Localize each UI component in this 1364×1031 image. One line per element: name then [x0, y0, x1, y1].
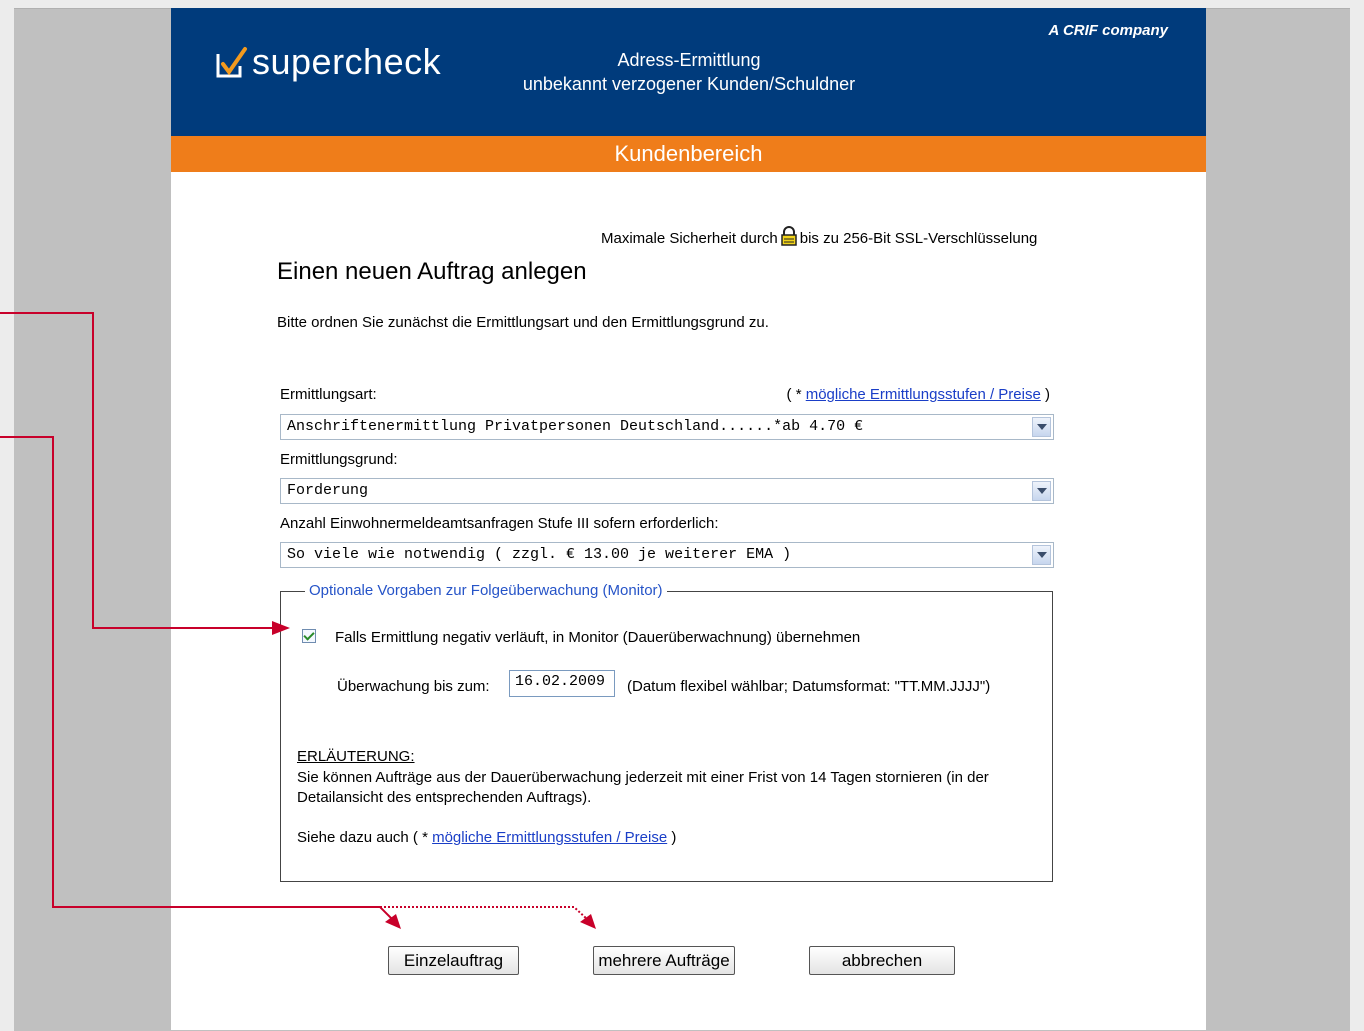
until-date-input[interactable]: 16.02.2009: [509, 670, 615, 697]
intro-text: Bitte ordnen Sie zunächst die Ermittlung…: [277, 314, 769, 331]
ermittlungsgrund-value: Forderung: [287, 482, 369, 499]
ermittlungsart-value: Anschriftenermittlung Privatpersonen Deu…: [287, 418, 864, 435]
anfragen-select[interactable]: So viele wie notwendig ( zzgl. € 13.00 j…: [280, 542, 1054, 568]
see-also: Siehe dazu auch ( * mögliche Ermittlungs…: [297, 829, 676, 846]
date-hint: (Datum flexibel wählbar; Datumsformat: "…: [627, 678, 991, 695]
prices-link[interactable]: mögliche Ermittlungsstufen / Preise: [806, 386, 1041, 403]
security-notice: Maximale Sicherheit durch bis zu 256-Bit…: [601, 226, 1038, 248]
section-bar: Kundenbereich: [171, 136, 1206, 172]
header-subtitle-line2: unbekannt verzogener Kunden/Schuldner: [522, 74, 856, 94]
logo-text: supercheck: [252, 41, 442, 82]
checkmark-logo-icon: [214, 46, 247, 78]
anfragen-value: So viele wie notwendig ( zzgl. € 13.00 j…: [287, 546, 792, 563]
see-also-link[interactable]: mögliche Ermittlungsstufen / Preise: [432, 829, 667, 846]
header-subtitle-line1: Adress-Ermittlung: [617, 50, 761, 70]
header-subtitle: Adress-Ermittlung unbekannt verzogener K…: [477, 48, 901, 96]
prices-hint: ( * mögliche Ermittlungsstufen / Preise …: [743, 386, 1050, 403]
page-container: supercheck Adress-Ermittlung unbekannt v…: [171, 8, 1206, 1030]
explanation-heading: ERLÄUTERUNG:: [297, 748, 415, 765]
page-title: Einen neuen Auftrag anlegen: [277, 258, 587, 285]
logo: supercheck: [214, 44, 441, 80]
monitor-checkbox-label: Falls Ermittlung negativ verläuft, in Mo…: [335, 629, 861, 646]
ermittlungsart-select[interactable]: Anschriftenermittlung Privatpersonen Deu…: [280, 414, 1054, 440]
single-order-button[interactable]: Einzelauftrag: [388, 946, 519, 975]
chevron-down-icon[interactable]: [1032, 545, 1051, 565]
crif-tagline: A CRIF company: [1048, 22, 1168, 39]
ermittlungsgrund-label: Ermittlungsgrund:: [280, 451, 398, 468]
see-also-prefix: Siehe dazu auch ( *: [297, 829, 433, 846]
see-also-suffix: ): [667, 829, 677, 846]
security-text-before: Maximale Sicherheit durch: [601, 229, 778, 247]
explanation-text: Sie können Aufträge aus der Dauerüberwac…: [297, 769, 989, 806]
prices-suffix: ): [1040, 386, 1050, 403]
ermittlungsart-label: Ermittlungsart:: [280, 386, 377, 403]
cancel-button[interactable]: abbrechen: [809, 946, 955, 975]
until-label: Überwachung bis zum:: [337, 678, 490, 695]
monitor-legend: Optionale Vorgaben zur Folgeüberwachung …: [305, 582, 667, 599]
chevron-down-icon[interactable]: [1032, 481, 1051, 501]
multiple-orders-button[interactable]: mehrere Aufträge: [593, 946, 735, 975]
monitor-checkbox[interactable]: [302, 629, 316, 643]
chevron-down-icon[interactable]: [1032, 417, 1051, 437]
site-header: supercheck Adress-Ermittlung unbekannt v…: [171, 8, 1206, 136]
prices-prefix: ( *: [786, 386, 806, 403]
lock-icon: [780, 226, 798, 246]
security-text-after: bis zu 256-Bit SSL-Verschlüsselung: [799, 229, 1038, 247]
ermittlungsgrund-select[interactable]: Forderung: [280, 478, 1054, 504]
anfragen-label: Anzahl Einwohnermeldeamtsanfragen Stufe …: [280, 515, 719, 532]
